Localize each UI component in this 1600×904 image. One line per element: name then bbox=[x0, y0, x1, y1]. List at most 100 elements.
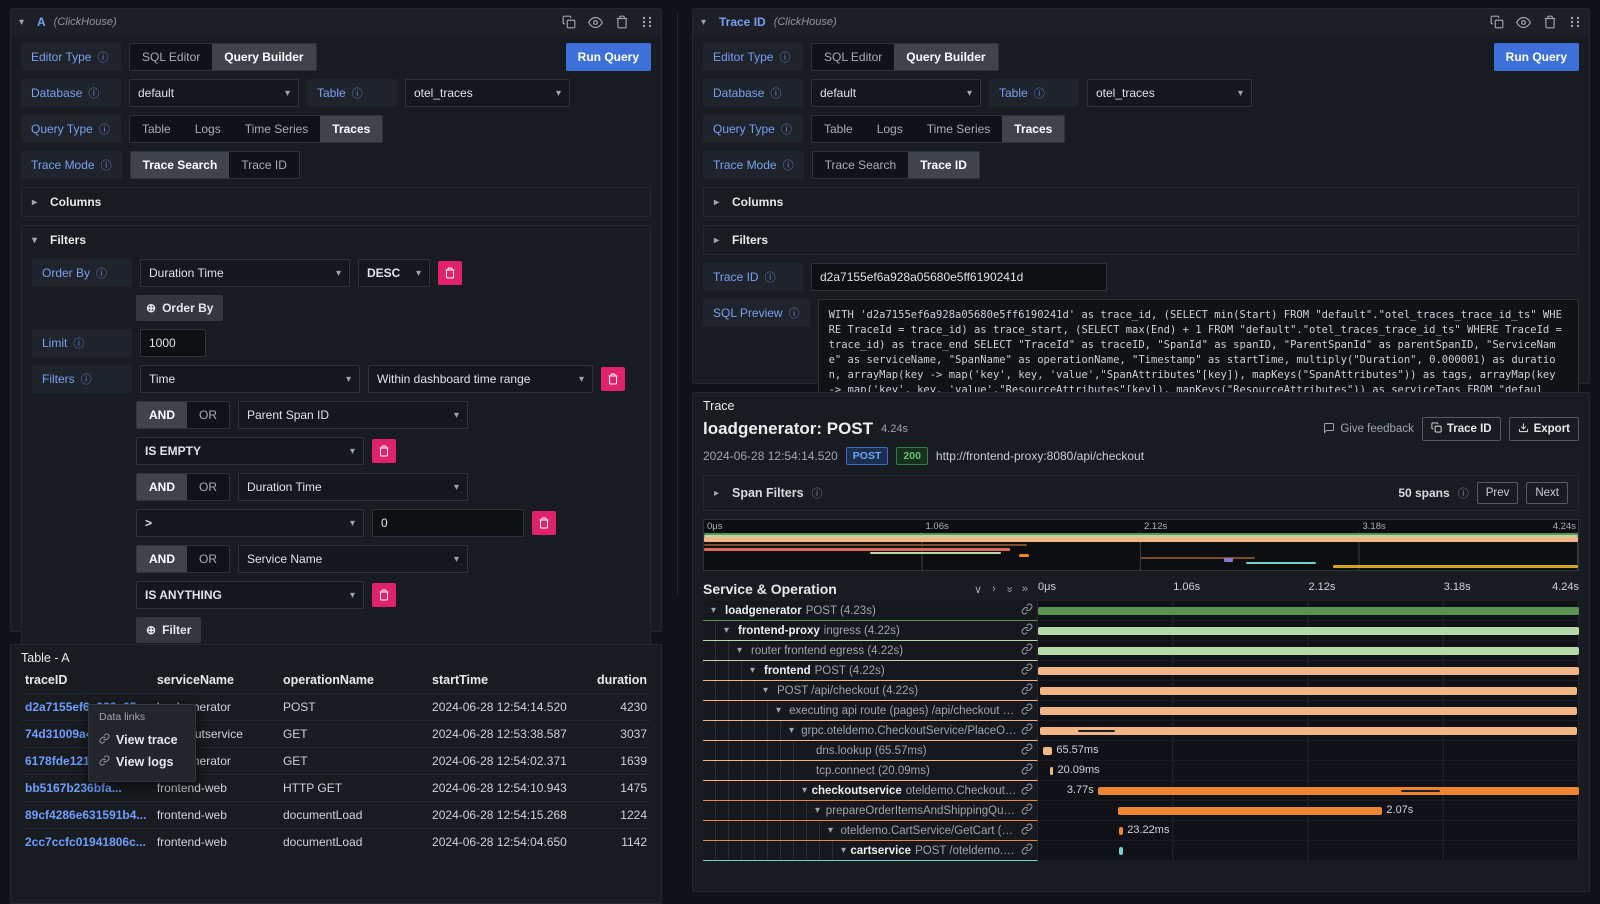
span-bar[interactable] bbox=[1118, 807, 1382, 815]
trace-id-link[interactable]: 89cf4286e631591b4... bbox=[21, 802, 153, 829]
prev-button[interactable]: Prev bbox=[1477, 482, 1519, 504]
chevron-down-icon[interactable]: ▾ bbox=[815, 805, 822, 816]
and-option[interactable]: AND bbox=[137, 546, 187, 572]
span-row[interactable]: ▾ cartservice POST /oteldemo.CartService… bbox=[703, 841, 1579, 861]
span-bar[interactable] bbox=[1040, 687, 1578, 695]
chevron-down-icon[interactable]: ▾ bbox=[724, 625, 734, 636]
info-icon[interactable]: ⓘ bbox=[97, 49, 108, 65]
span-row[interactable]: ▾ executing api route (pages) /api/check… bbox=[703, 701, 1579, 721]
collapse-all-icon[interactable]: » bbox=[1002, 586, 1015, 592]
or-option[interactable]: OR bbox=[187, 402, 229, 428]
query-type-traces[interactable]: Traces bbox=[320, 116, 382, 142]
order-by-dir-select[interactable]: DESC▾ bbox=[358, 259, 430, 287]
database-select[interactable]: default▾ bbox=[129, 79, 299, 107]
chevron-down-icon[interactable]: ▾ bbox=[802, 785, 808, 796]
chevron-down-icon[interactable]: ▾ bbox=[776, 705, 785, 716]
query-type-timeseries[interactable]: Time Series bbox=[233, 116, 321, 142]
info-icon[interactable]: ⓘ bbox=[789, 305, 800, 321]
remove-filter3-button[interactable] bbox=[532, 511, 556, 535]
trace-search-option[interactable]: Trace Search bbox=[813, 152, 909, 178]
panel-header-traceid[interactable]: ▾ Trace ID (ClickHouse) bbox=[693, 9, 1589, 35]
span-row[interactable]: ▾ tcp.connect (20.09ms) 20.09ms bbox=[703, 761, 1579, 781]
remove-filter-button[interactable] bbox=[601, 367, 625, 391]
duplicate-icon[interactable] bbox=[562, 15, 576, 29]
trace-minimap[interactable]: 0μs1.06s2.12s3.18s4.24s bbox=[703, 519, 1579, 571]
query-type-table[interactable]: Table bbox=[130, 116, 183, 142]
link-icon[interactable] bbox=[1021, 843, 1033, 858]
col-header-servicename[interactable]: serviceName bbox=[153, 667, 279, 694]
filters-section-header[interactable]: ▾Filters bbox=[32, 233, 640, 247]
trace-search-option[interactable]: Trace Search bbox=[131, 152, 230, 178]
info-icon[interactable]: ⓘ bbox=[73, 335, 84, 351]
link-icon[interactable] bbox=[1021, 763, 1033, 778]
columns-section[interactable]: ▸Columns bbox=[21, 187, 651, 217]
query-type-table[interactable]: Table bbox=[812, 116, 865, 142]
span-bar[interactable] bbox=[1098, 787, 1579, 795]
info-icon[interactable]: ⓘ bbox=[1034, 85, 1045, 101]
query-type-traces[interactable]: Traces bbox=[1002, 116, 1064, 142]
collapse-icon[interactable]: ▾ bbox=[701, 17, 711, 28]
expand-all-icon[interactable]: » bbox=[1022, 583, 1028, 596]
filter3-value-input[interactable] bbox=[372, 509, 524, 537]
info-icon[interactable]: ⓘ bbox=[352, 85, 363, 101]
info-icon[interactable]: ⓘ bbox=[779, 49, 790, 65]
link-icon[interactable] bbox=[1021, 623, 1033, 638]
span-bar[interactable] bbox=[1050, 767, 1053, 775]
add-order-by-button[interactable]: ⊕Order By bbox=[136, 295, 223, 321]
eye-icon[interactable] bbox=[1516, 15, 1531, 30]
link-icon[interactable] bbox=[1021, 803, 1033, 818]
export-button[interactable]: Export bbox=[1509, 417, 1579, 441]
col-header-traceid[interactable]: traceID bbox=[21, 667, 153, 694]
and-option[interactable]: AND bbox=[137, 402, 187, 428]
span-row[interactable]: ▾ frontend-proxy ingress (4.22s) bbox=[703, 621, 1579, 641]
filter4-field-select[interactable]: Service Name▾ bbox=[238, 545, 468, 573]
span-row[interactable]: ▾ grpc.oteldemo.CheckoutService/PlaceOrd… bbox=[703, 721, 1579, 741]
query-type-timeseries[interactable]: Time Series bbox=[915, 116, 1003, 142]
columns-section[interactable]: ▸Columns bbox=[703, 187, 1579, 217]
chevron-right-icon[interactable]: ▸ bbox=[714, 488, 724, 499]
trace-id-option[interactable]: Trace ID bbox=[908, 152, 979, 178]
info-icon[interactable]: ⓘ bbox=[1458, 485, 1469, 501]
filter4-op-select[interactable]: IS ANYTHING▾ bbox=[136, 581, 364, 609]
chevron-down-icon[interactable]: ▾ bbox=[789, 725, 797, 736]
info-icon[interactable]: ⓘ bbox=[96, 265, 107, 281]
panel-header-a[interactable]: ▾ A (ClickHouse) bbox=[11, 9, 661, 35]
filter2-op-select[interactable]: IS EMPTY▾ bbox=[136, 437, 364, 465]
view-trace-link[interactable]: View trace bbox=[99, 729, 185, 751]
span-row[interactable]: ▾ POST /api/checkout (4.22s) bbox=[703, 681, 1579, 701]
eye-icon[interactable] bbox=[588, 15, 603, 30]
sql-editor-option[interactable]: SQL Editor bbox=[130, 44, 212, 70]
chevron-down-icon[interactable]: ▾ bbox=[763, 685, 773, 696]
duplicate-icon[interactable] bbox=[1490, 15, 1504, 29]
filter-field-select[interactable]: Time▾ bbox=[140, 365, 360, 393]
query-type-logs[interactable]: Logs bbox=[865, 116, 915, 142]
database-select[interactable]: default▾ bbox=[811, 79, 981, 107]
next-button[interactable]: Next bbox=[1526, 482, 1568, 504]
info-icon[interactable]: ⓘ bbox=[770, 85, 781, 101]
give-feedback-button[interactable]: Give feedback bbox=[1323, 422, 1414, 437]
filter2-field-select[interactable]: Parent Span ID▾ bbox=[238, 401, 468, 429]
span-row[interactable]: ▾ frontend POST (4.22s) bbox=[703, 661, 1579, 681]
filter3-field-select[interactable]: Duration Time▾ bbox=[238, 473, 468, 501]
chevron-down-icon[interactable]: ▾ bbox=[737, 645, 747, 656]
span-row[interactable]: ▾ prepareOrderItemsAndShippingQuoteFromC… bbox=[703, 801, 1579, 821]
trace-id-button[interactable]: Trace ID bbox=[1422, 417, 1501, 441]
span-bar[interactable] bbox=[1043, 747, 1052, 755]
filter-value-select[interactable]: Within dashboard time range▾ bbox=[368, 365, 593, 393]
info-icon[interactable]: ⓘ bbox=[81, 371, 92, 387]
col-header-operationname[interactable]: operationName bbox=[279, 667, 428, 694]
link-icon[interactable] bbox=[1021, 703, 1033, 718]
link-icon[interactable] bbox=[1021, 663, 1033, 678]
info-icon[interactable]: ⓘ bbox=[99, 121, 110, 137]
link-icon[interactable] bbox=[1021, 683, 1033, 698]
span-bar[interactable] bbox=[1119, 827, 1123, 835]
column-divider[interactable] bbox=[677, 14, 678, 594]
trace-id-option[interactable]: Trace ID bbox=[229, 152, 299, 178]
or-option[interactable]: OR bbox=[187, 546, 229, 572]
span-row[interactable]: ▾ oteldemo.CartService/GetCart (23.22ms)… bbox=[703, 821, 1579, 841]
remove-filter4-button[interactable] bbox=[372, 583, 396, 607]
link-icon[interactable] bbox=[1021, 723, 1033, 738]
link-icon[interactable] bbox=[1021, 743, 1033, 758]
and-option[interactable]: AND bbox=[137, 474, 187, 500]
collapse-icon[interactable]: ▾ bbox=[19, 17, 29, 28]
